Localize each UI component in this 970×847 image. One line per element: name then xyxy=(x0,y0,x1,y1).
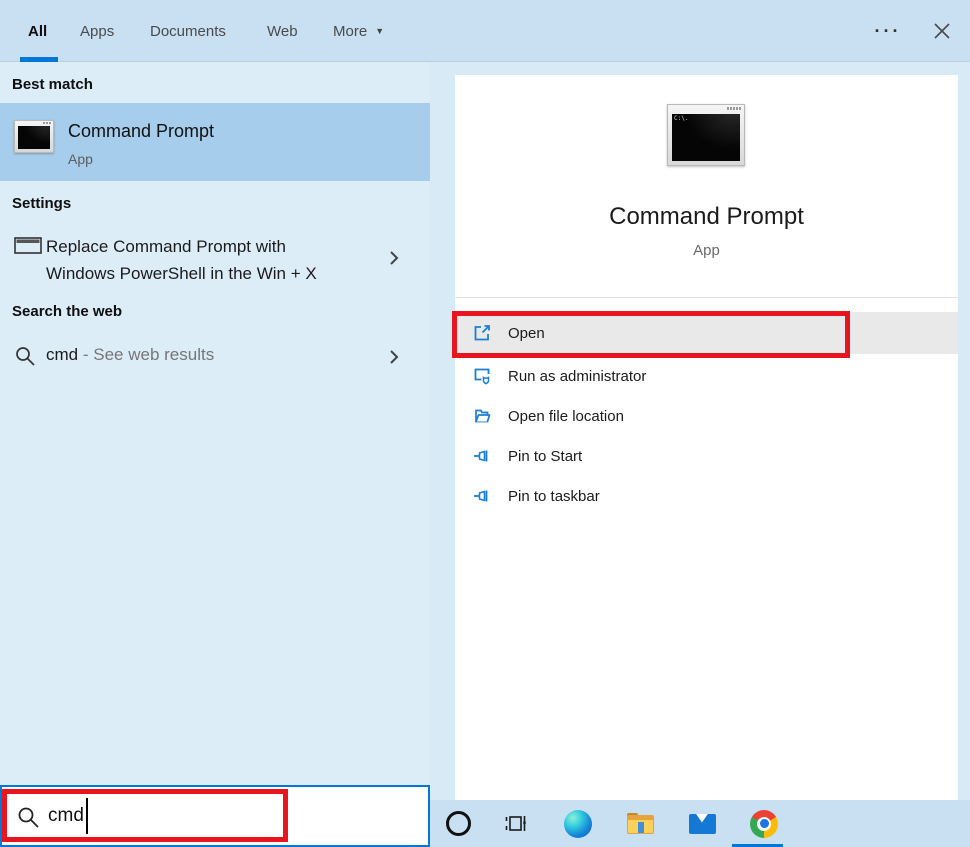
action-open-file-location[interactable]: Open file location xyxy=(455,396,958,436)
web-search-result[interactable]: cmd - See web results xyxy=(0,333,430,381)
open-icon xyxy=(472,323,492,343)
tab-all[interactable]: All xyxy=(28,0,47,62)
best-match-header: Best match xyxy=(12,76,93,93)
result-subtitle: App xyxy=(68,151,93,167)
result-title: Command Prompt xyxy=(68,121,214,142)
mail-icon[interactable] xyxy=(680,800,724,847)
chrome-icon[interactable] xyxy=(742,800,786,847)
web-search-label: cmd - See web results xyxy=(46,345,214,365)
edge-icon[interactable] xyxy=(556,800,600,847)
ellipsis-icon[interactable]: ··· xyxy=(868,0,908,62)
tab-apps[interactable]: Apps xyxy=(80,0,114,62)
search-the-web-header: Search the web xyxy=(12,303,122,320)
action-open[interactable]: Open xyxy=(455,312,958,354)
settings-header: Settings xyxy=(12,195,71,212)
command-prompt-icon xyxy=(14,120,54,153)
settings-result-label: Replace Command Prompt with Windows Powe… xyxy=(46,233,317,287)
tab-documents[interactable]: Documents xyxy=(150,0,226,62)
chrome-logo xyxy=(750,810,778,838)
settings-result-replace-cmd[interactable]: Replace Command Prompt with Windows Powe… xyxy=(0,225,430,291)
cortana-icon[interactable] xyxy=(436,800,480,847)
preview-title: Command Prompt xyxy=(455,203,958,231)
chevron-right-icon xyxy=(386,250,402,266)
terminal-screen: C:\. xyxy=(672,114,740,161)
chevron-down-icon: ▼ xyxy=(375,26,384,36)
tab-more[interactable]: More ▼ xyxy=(333,0,384,62)
divider xyxy=(455,297,958,298)
pin-icon xyxy=(472,486,492,506)
search-icon xyxy=(16,805,40,829)
action-open-file-location-label: Open file location xyxy=(508,408,624,425)
search-filter-tabbar: All Apps Documents Web More ▼ ··· xyxy=(0,0,970,62)
pin-icon xyxy=(472,446,492,466)
taskbar xyxy=(430,800,970,847)
task-view-icon[interactable] xyxy=(494,800,538,847)
folder-glyph xyxy=(627,813,654,834)
settings-result-line2: Windows PowerShell in the Win + X xyxy=(46,260,317,287)
chevron-right-icon xyxy=(386,349,402,365)
action-run-as-administrator[interactable]: Run as administrator xyxy=(455,356,958,396)
text-caret xyxy=(86,798,88,834)
preview-subtitle: App xyxy=(455,242,958,259)
web-search-suffix: - See web results xyxy=(83,345,214,364)
admin-shield-icon xyxy=(472,366,492,386)
search-input[interactable] xyxy=(48,797,278,835)
tab-apps-label: Apps xyxy=(80,23,114,40)
action-run-admin-label: Run as administrator xyxy=(508,368,646,385)
action-pin-to-taskbar[interactable]: Pin to taskbar xyxy=(455,476,958,516)
tab-all-label: All xyxy=(28,23,47,40)
tab-more-label: More xyxy=(333,23,367,40)
envelope-glyph xyxy=(689,814,716,834)
task-view-glyph xyxy=(504,812,528,836)
tab-web-label: Web xyxy=(267,23,298,40)
action-open-label: Open xyxy=(508,325,545,342)
window-controls-icon xyxy=(727,107,741,110)
folder-open-icon xyxy=(472,406,492,426)
search-results-panel: Best match Command Prompt App Settings R… xyxy=(0,62,430,785)
web-search-query: cmd xyxy=(46,345,78,364)
cortana-ring xyxy=(446,811,471,836)
taskbar-search-box[interactable] xyxy=(0,785,430,847)
edge-logo xyxy=(564,810,592,838)
search-icon xyxy=(14,345,36,367)
best-match-result-command-prompt[interactable]: Command Prompt App xyxy=(0,103,430,181)
terminal-screen xyxy=(18,126,50,149)
file-explorer-icon[interactable] xyxy=(618,800,662,847)
window-controls-icon xyxy=(43,122,51,124)
close-icon[interactable] xyxy=(922,0,962,62)
command-prompt-icon-large: C:\. xyxy=(667,104,745,166)
tab-documents-label: Documents xyxy=(150,23,226,40)
preview-card: C:\. Command Prompt App Open Run as admi… xyxy=(455,75,958,800)
prompt-text: C:\. xyxy=(674,115,688,122)
action-pin-to-start-label: Pin to Start xyxy=(508,448,582,465)
action-pin-to-taskbar-label: Pin to taskbar xyxy=(508,488,600,505)
settings-result-line1: Replace Command Prompt with xyxy=(46,233,317,260)
display-setting-icon xyxy=(14,237,42,254)
tab-web[interactable]: Web xyxy=(267,0,298,62)
action-pin-to-start[interactable]: Pin to Start xyxy=(455,436,958,476)
